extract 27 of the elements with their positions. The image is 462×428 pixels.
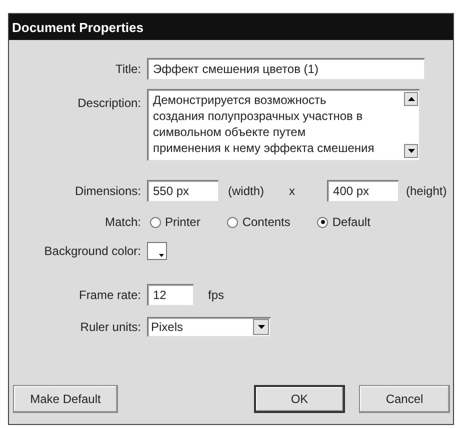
radio-option[interactable]: Printer [150,215,200,229]
frame-rate-field[interactable]: 12 [147,284,194,306]
dialog-button[interactable]: Make Default [13,385,118,413]
width-field[interactable]: 550 px [147,180,219,202]
field-label: Dimensions: [74,184,141,198]
window-title: Document Properties [9,14,453,40]
height-unit: (height) [406,184,447,198]
field-label: Background color: [44,244,141,258]
height-field[interactable]: 400 px [327,180,400,202]
dialog-button[interactable]: Cancel [359,385,450,413]
radio-option[interactable]: Default [317,215,370,229]
field-label: Match: [104,215,141,229]
field-label: Title: [115,62,141,76]
fps-unit: fps [208,288,224,302]
color-swatch[interactable] [147,242,167,260]
ruler-units-dropdown[interactable]: Pixels [147,317,271,337]
field-label: Ruler units: [80,320,141,334]
scroll-up-icon[interactable] [404,92,418,106]
width-unit: (width) [228,184,264,198]
dialog-button[interactable]: OK [254,385,345,413]
radio-option[interactable]: Contents [227,215,290,229]
description-field[interactable]: Демонстрируется возможность создания полупрозрачных участнов в символьном объекте путем применения к нему эффекта смешения [147,89,420,161]
field-label: Description: [78,96,141,110]
times-sign: x [289,184,296,198]
title-field[interactable]: Эффект смешения цветов (1) [147,58,425,80]
scroll-down-icon[interactable] [404,144,418,158]
field-label: Frame rate: [78,288,141,302]
